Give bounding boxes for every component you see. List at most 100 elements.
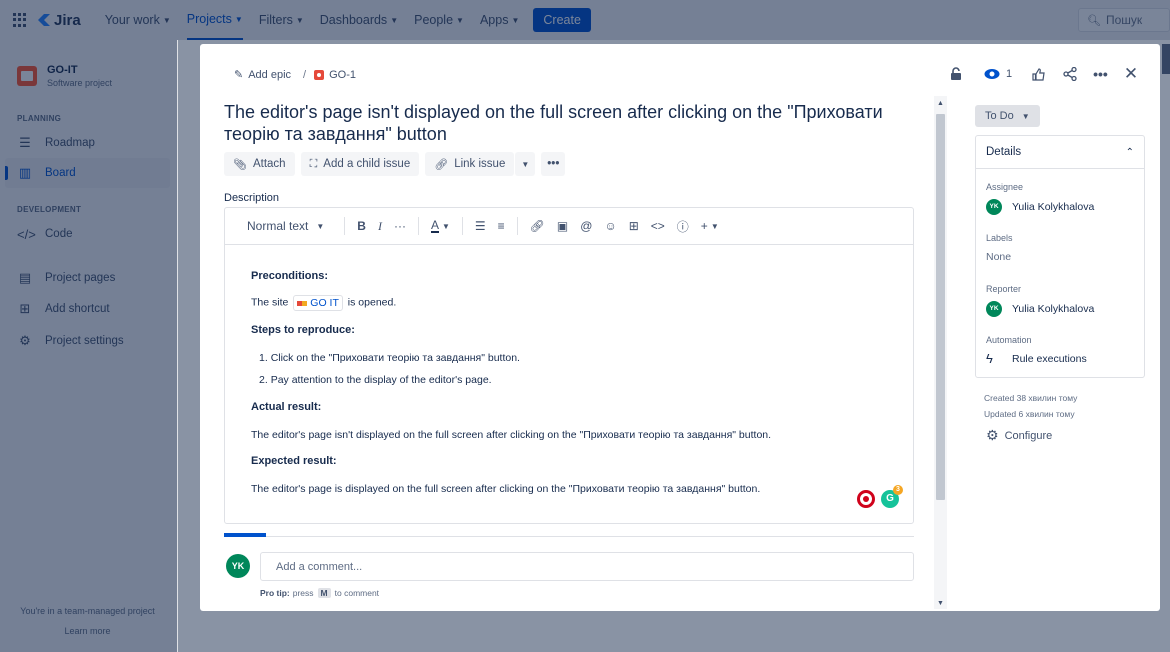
project-avatar — [17, 66, 37, 86]
hierarchy-icon: ⛶ — [309, 157, 318, 170]
jira-logo[interactable]: Jira — [37, 12, 81, 29]
add-child-issue-button[interactable]: ⛶ Add a child issue — [300, 152, 420, 176]
info-icon[interactable]: ⓘ — [677, 218, 689, 235]
add-epic-link[interactable]: Add epic — [248, 69, 291, 81]
project-header[interactable]: GO-IT Software project — [17, 64, 112, 88]
gear-icon: ⚙ — [19, 333, 31, 348]
more-actions-icon[interactable]: ••• — [1093, 66, 1108, 82]
thumbs-up-icon[interactable] — [1032, 67, 1045, 81]
labels-label: Labels — [986, 233, 1013, 243]
watch-button[interactable]: 1 — [984, 68, 1012, 80]
table-icon[interactable]: ⊞ — [629, 219, 639, 233]
top-navigation: Jira Your work ▼ Projects ▼ Filters ▼ Dashb… — [0, 0, 1170, 40]
status-dropdown[interactable]: To Do ▼ — [975, 105, 1040, 127]
search-input[interactable]: 🔍︎ Пошук — [1078, 8, 1170, 32]
sidebar-item-board[interactable]: ▥ Board — [5, 158, 170, 188]
sidebar-item-add-shortcut[interactable]: ⊞ Add shortcut — [5, 294, 170, 324]
site-text-pre: The site — [251, 296, 289, 309]
text-style-select[interactable]: Normal text ▼ — [247, 219, 324, 233]
more-button[interactable]: ••• — [541, 152, 566, 176]
text-color-icon[interactable]: A ▼ — [430, 219, 450, 233]
link-icon[interactable]: 🔗︎ — [530, 219, 545, 233]
jira-logo-icon — [38, 14, 50, 26]
sidebar-item-label: Project settings — [45, 335, 124, 347]
details-title: Details — [986, 146, 1022, 158]
steps-heading: Steps to reproduce: — [251, 324, 355, 336]
scroll-down-icon[interactable]: ▼ — [937, 600, 944, 607]
link-icon: 🔗︎ — [434, 158, 449, 171]
nav-filters[interactable]: Filters ▼ — [259, 0, 304, 40]
scroll-up-icon[interactable]: ▲ — [937, 100, 944, 107]
nav-your-work[interactable]: Your work ▼ — [105, 0, 171, 40]
share-icon[interactable] — [1063, 67, 1077, 81]
nav-people[interactable]: People ▼ — [414, 0, 464, 40]
search-placeholder: Пошук — [1105, 13, 1143, 27]
attach-button[interactable]: 📎︎ Attach — [224, 152, 295, 176]
more-formatting-icon[interactable]: ··· — [394, 219, 406, 233]
reporter-value[interactable]: YK Yulia Kolykhalova — [986, 301, 1094, 317]
eye-icon — [984, 69, 1000, 79]
scrollbar-thumb[interactable] — [936, 114, 945, 500]
target-icon[interactable] — [857, 490, 875, 508]
sidebar-item-project-pages[interactable]: ▤ Project pages — [5, 263, 170, 293]
learn-more-link[interactable]: Learn more — [0, 626, 175, 636]
sidebar-item-roadmap[interactable]: ☰ Roadmap — [5, 128, 170, 158]
code-icon[interactable]: <> — [651, 219, 665, 233]
nav-label: People — [414, 13, 454, 27]
nav-projects[interactable]: Projects ▼ — [186, 0, 243, 40]
assignee-value[interactable]: YK Yulia Kolykhalova — [986, 199, 1094, 215]
issue-key-link[interactable]: GO-1 — [329, 69, 356, 81]
bullet-list-icon[interactable]: ☰ — [475, 219, 486, 233]
bold-icon[interactable]: B — [357, 219, 366, 233]
description-editor[interactable]: Normal text ▼ B I ··· A ▼ ☰ ≡ 🔗︎ ▣ @ ☺ ⊞ <… — [224, 207, 914, 524]
italic-icon[interactable]: I — [378, 219, 382, 234]
insert-plus-icon[interactable]: + ▼ — [701, 219, 719, 233]
sidebar-item-label: Add shortcut — [45, 303, 110, 315]
image-icon[interactable]: ▣ — [557, 219, 568, 233]
toolbar-divider — [516, 217, 518, 235]
mention-icon[interactable]: @ — [580, 219, 592, 233]
go-it-link-card[interactable]: GO IT — [293, 295, 343, 311]
add-child-label: Add a child issue — [323, 158, 411, 170]
comment-placeholder: Add a comment... — [276, 560, 363, 573]
create-button[interactable]: Create — [533, 8, 591, 32]
paperclip-icon: 📎︎ — [233, 158, 247, 171]
numbered-list-icon[interactable]: ≡ — [498, 219, 505, 233]
chevron-down-icon: ▼ — [456, 15, 464, 25]
details-panel: Details ⌃ Assignee YK Yulia Kolykhalova L… — [975, 135, 1145, 378]
app-switcher-icon[interactable] — [13, 13, 27, 27]
sidebar-item-label: Roadmap — [45, 137, 95, 149]
chevron-down-icon: ▼ — [1021, 111, 1030, 121]
sidebar-item-project-settings[interactable]: ⚙ Project settings — [5, 326, 170, 356]
close-icon[interactable]: ✕ — [1124, 64, 1138, 84]
link-issue-button[interactable]: 🔗︎ Link issue — [425, 152, 515, 176]
watch-count: 1 — [1006, 68, 1013, 80]
sidebar-item-label: Board — [45, 167, 76, 179]
go-it-link-text: GO IT — [310, 297, 339, 309]
chevron-down-icon: ▼ — [390, 15, 399, 25]
scrollbar[interactable]: ▲ ▼ — [934, 96, 947, 609]
sidebar-item-code[interactable]: </> Code — [5, 219, 170, 249]
lock-icon[interactable] — [950, 67, 962, 81]
assignee-label: Assignee — [986, 182, 1024, 192]
project-sidebar: GO-IT Software project PLANNING ☰ Roadmap… — [0, 40, 178, 652]
details-header[interactable]: Details ⌃ — [976, 136, 1144, 169]
pro-tip-rest: to comment — [334, 588, 380, 598]
rule-executions[interactable]: ϟ Rule executions — [986, 351, 1087, 366]
nav-label: Projects — [186, 12, 232, 26]
grammarly-badge: 3 — [893, 485, 903, 495]
issue-title[interactable]: The editor's page isn't displayed on the… — [224, 101, 924, 145]
labels-value[interactable]: None — [986, 251, 1011, 263]
pro-tip: Pro tip: press M to comment — [260, 588, 379, 598]
emoji-icon[interactable]: ☺ — [604, 219, 616, 233]
grammarly-icon[interactable]: G3 — [881, 485, 903, 508]
link-issue-dropdown[interactable]: ▼ — [515, 152, 536, 176]
grammarly-widgets: G3 — [857, 485, 903, 508]
issue-action-buttons: 📎︎ Attach ⛶ Add a child issue 🔗︎ Link issue… — [224, 152, 571, 176]
active-tab-indicator — [224, 533, 266, 537]
comment-input[interactable]: Add a comment... — [260, 552, 914, 581]
nav-dashboards[interactable]: Dashboards ▼ — [320, 0, 398, 40]
nav-apps[interactable]: Apps ▼ — [480, 0, 519, 40]
pro-tip-label: Pro tip: — [260, 588, 290, 598]
configure-button[interactable]: ⚙ Configure — [986, 427, 1052, 444]
